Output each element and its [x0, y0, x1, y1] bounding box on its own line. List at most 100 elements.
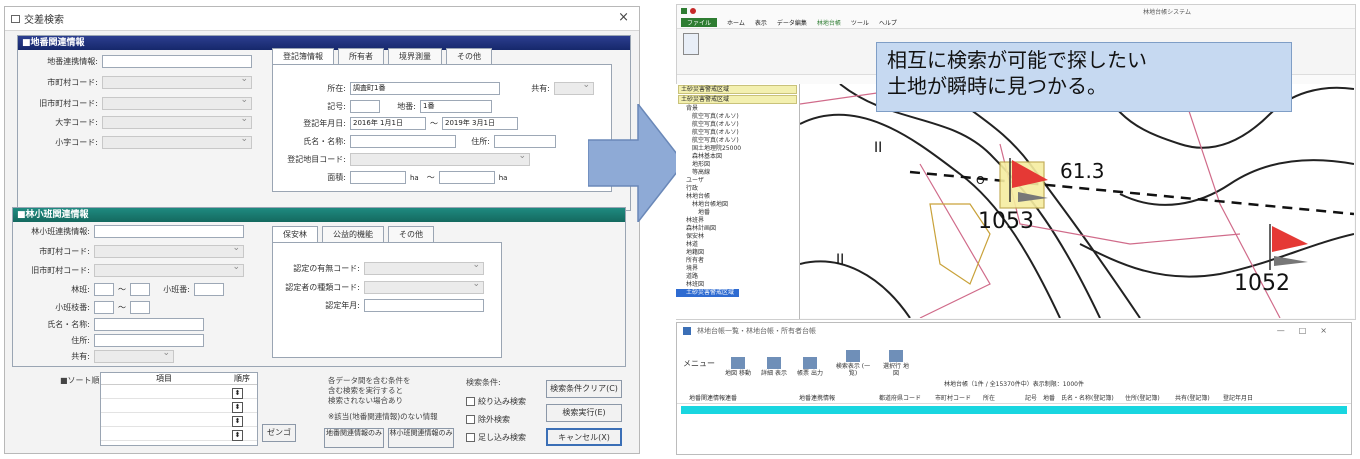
area-to-input[interactable]	[438, 171, 495, 184]
tree-item[interactable]: 地籍図	[676, 249, 799, 257]
cross-search-icon[interactable]	[683, 33, 699, 55]
koaza-code-select[interactable]	[102, 134, 252, 149]
tree-item[interactable]: 国土地理院25000	[676, 145, 799, 153]
shohan-to-input[interactable]	[130, 301, 150, 314]
tree-item[interactable]: 森林計画図	[676, 225, 799, 233]
menu-dropdown[interactable]: メニュー	[683, 358, 715, 369]
tab-registry[interactable]: 登記簿情報	[272, 48, 334, 64]
map-move-button[interactable]: 地図 移動	[725, 357, 751, 377]
forest-shared-select[interactable]	[94, 348, 174, 363]
tab-protection[interactable]: 保安林	[272, 226, 318, 242]
shohan-input[interactable]	[194, 283, 224, 296]
tree-item[interactable]: 航空写真(オルソ)	[676, 137, 799, 145]
tree-item[interactable]: 林班図	[676, 281, 799, 289]
rinpan-from-input[interactable]	[94, 283, 114, 296]
forest-city-select[interactable]	[94, 243, 244, 258]
narrow-checkbox[interactable]: 絞り込み検索	[466, 396, 526, 407]
tree-item[interactable]: ユーザ	[676, 177, 799, 185]
old-city-code-select[interactable]	[102, 95, 252, 110]
run-search-button[interactable]: 検索実行(E)	[546, 404, 622, 422]
forest-only-button[interactable]: 林小班関連情報のみ	[388, 428, 454, 448]
area-from-input[interactable]	[350, 171, 406, 184]
tab-owner[interactable]: 所有者	[338, 48, 384, 64]
list-search-button[interactable]: 検索表示 (一覧)	[833, 350, 873, 377]
forest-name-input[interactable]	[94, 318, 204, 331]
tree-item[interactable]: 林道	[676, 241, 799, 249]
column-header[interactable]: 記号	[1025, 393, 1043, 402]
tree-item[interactable]: 保安林	[676, 233, 799, 241]
shared-select[interactable]	[554, 80, 594, 95]
ribbon-tab[interactable]: ヘルプ	[879, 18, 897, 27]
tree-item[interactable]: 林地台帳	[676, 193, 799, 201]
shohan-from-input[interactable]	[94, 301, 114, 314]
column-header[interactable]: 共有(登記簿)	[1175, 393, 1223, 402]
date-from-input[interactable]: 2016年 1月1日	[350, 117, 426, 130]
table-row-selected[interactable]	[681, 406, 1347, 414]
address-input[interactable]	[494, 135, 556, 148]
oaza-code-select[interactable]	[102, 114, 252, 129]
column-header[interactable]: 氏名・名称(登記簿)	[1061, 393, 1125, 402]
tree-item[interactable]: 行政	[676, 185, 799, 193]
tree-item[interactable]: 道路	[676, 273, 799, 281]
tree-item[interactable]: 林地台帳地図	[676, 201, 799, 209]
tab-other2[interactable]: その他	[388, 226, 434, 242]
detail-button[interactable]: 詳細 表示	[761, 357, 787, 377]
forest-address-input[interactable]	[94, 334, 204, 347]
land-category-select[interactable]	[350, 151, 530, 166]
sort-toggle-icon[interactable]: ⬍	[232, 416, 243, 427]
report-button[interactable]: 帳票 出力	[797, 357, 823, 377]
tree-item[interactable]: 境界	[676, 265, 799, 273]
zengo-button[interactable]: ゼンゴ	[262, 424, 296, 442]
tree-item[interactable]: 所有者	[676, 257, 799, 265]
window-controls[interactable]: —□×	[1277, 326, 1341, 335]
column-header[interactable]: 都道府県コード	[879, 393, 935, 402]
tab-other[interactable]: その他	[446, 48, 492, 64]
ribbon-tab[interactable]: ホーム	[727, 18, 745, 27]
rinpan-to-input[interactable]	[130, 283, 150, 296]
city-code-select[interactable]	[102, 74, 252, 89]
tree-item[interactable]: 林班界	[676, 217, 799, 225]
cert-date-input[interactable]	[364, 299, 484, 312]
tree-item[interactable]: 背景	[676, 105, 799, 113]
lot-number-input[interactable]: 1番	[420, 100, 492, 113]
sort-toggle-icon[interactable]: ⬍	[232, 402, 243, 413]
tree-item[interactable]: 等高線	[676, 169, 799, 177]
column-header[interactable]: 登記年月日	[1223, 393, 1263, 402]
sort-toggle-icon[interactable]: ⬍	[232, 388, 243, 399]
column-header[interactable]: 所在	[983, 393, 1025, 402]
name-input[interactable]	[350, 135, 456, 148]
map-canvas[interactable]: II II O 61.3 1053 1052	[800, 84, 1354, 318]
land-only-button[interactable]: 地番関連情報のみ	[324, 428, 384, 448]
ribbon-tab[interactable]: データ編集	[777, 18, 807, 27]
symbol-input[interactable]	[350, 100, 380, 113]
column-header[interactable]: 市町村コード	[935, 393, 983, 402]
tree-item[interactable]: 航空写真(オルソ)	[676, 121, 799, 129]
select-map-button[interactable]: 選択行 地図	[883, 350, 909, 377]
add-checkbox[interactable]: 足し込み検索	[466, 432, 526, 443]
column-header[interactable]: 地番	[1043, 393, 1061, 402]
cert-type-select[interactable]	[364, 279, 484, 294]
tree-item[interactable]: 航空写真(オルソ)	[676, 129, 799, 137]
land-link-input[interactable]	[102, 55, 252, 68]
tree-item[interactable]: 地形図	[676, 161, 799, 169]
date-to-input[interactable]: 2019年 3月1日	[442, 117, 518, 130]
tree-item[interactable]: 森林基本図	[676, 153, 799, 161]
location-input[interactable]: 調査町1番	[350, 82, 500, 95]
ribbon-tab[interactable]: 表示	[755, 18, 767, 27]
forest-link-input[interactable]	[94, 225, 244, 238]
cancel-button[interactable]: キャンセル(X)	[546, 428, 622, 446]
forest-old-city-select[interactable]	[94, 262, 244, 277]
column-header[interactable]: 地番連携情報	[799, 393, 879, 402]
tab-public[interactable]: 公益的機能	[322, 226, 384, 242]
exclude-checkbox[interactable]: 除外検索	[466, 414, 510, 425]
close-icon[interactable]: ×	[618, 10, 629, 25]
cert-flag-select[interactable]	[364, 260, 484, 275]
tree-item-selected[interactable]: 土砂災害警戒区域	[676, 289, 739, 297]
tab-boundary[interactable]: 境界測量	[388, 48, 442, 64]
clear-conditions-button[interactable]: 検索条件クリア(C)	[546, 380, 622, 398]
ribbon-file[interactable]: ファイル	[681, 18, 718, 27]
column-header[interactable]: 地番関連情報連番	[689, 393, 799, 402]
tree-item[interactable]: 航空写真(オルソ)	[676, 113, 799, 121]
tree-item[interactable]: 地番	[676, 209, 799, 217]
ribbon-tab[interactable]: ツール	[851, 18, 869, 27]
